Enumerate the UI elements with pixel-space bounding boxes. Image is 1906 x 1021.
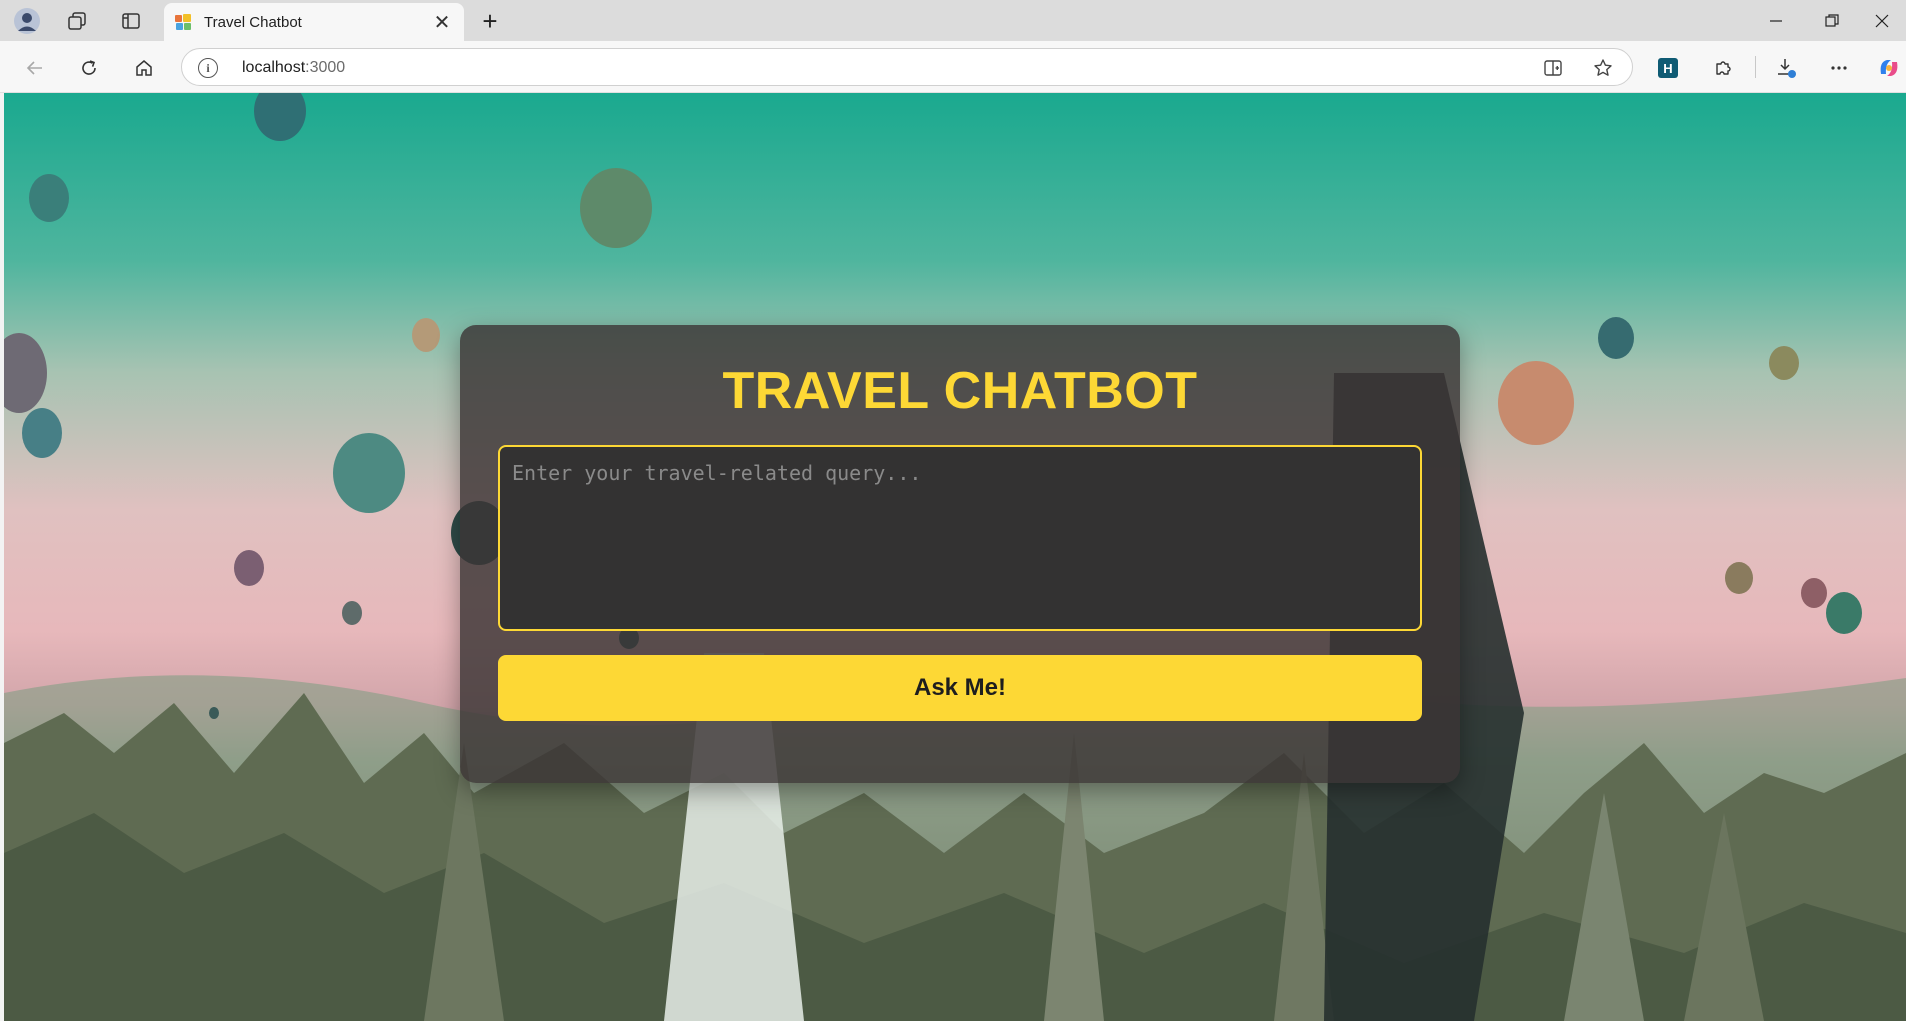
- home-icon: [136, 60, 152, 76]
- tab-strip: Travel Chatbot ✕ +: [0, 0, 1906, 41]
- refresh-icon: [82, 60, 96, 75]
- address-bar[interactable]: i localhost:3000: [181, 48, 1633, 86]
- chat-card: TRAVEL CHATBOT Ask Me!: [460, 325, 1460, 783]
- split-screen-button[interactable]: [1540, 55, 1566, 81]
- h-extension-icon: H: [1658, 58, 1678, 78]
- restore-button[interactable]: [1806, 4, 1858, 38]
- workspaces-button[interactable]: [62, 6, 92, 36]
- profile-avatar[interactable]: [12, 6, 42, 36]
- url-host: localhost: [242, 59, 306, 76]
- back-arrow-icon: [26, 61, 42, 75]
- minimize-button[interactable]: [1750, 4, 1802, 38]
- favicon-icon: [175, 14, 191, 30]
- vertical-tabs-icon: [122, 13, 140, 29]
- tab-title: Travel Chatbot: [204, 13, 302, 31]
- restore-icon: [1825, 14, 1839, 27]
- favorite-button[interactable]: [1590, 55, 1616, 81]
- new-tab-button[interactable]: +: [476, 7, 504, 35]
- info-icon[interactable]: i: [198, 58, 218, 78]
- copilot-button[interactable]: [1872, 51, 1906, 85]
- h-extension-button[interactable]: H: [1651, 51, 1685, 85]
- page-viewport: TRAVEL CHATBOT Ask Me!: [4, 93, 1906, 1021]
- more-button[interactable]: [1822, 51, 1856, 85]
- copilot-icon: [1880, 60, 1898, 76]
- extensions-button[interactable]: [1706, 51, 1740, 85]
- vertical-tabs-button[interactable]: [116, 6, 146, 36]
- close-tab-icon[interactable]: ✕: [430, 10, 454, 34]
- more-icon: [1831, 66, 1847, 70]
- minimize-icon: [1770, 20, 1782, 22]
- split-screen-icon: [1544, 60, 1562, 76]
- svg-text:H: H: [1663, 61, 1672, 76]
- home-button[interactable]: [127, 51, 161, 85]
- downloads-button[interactable]: [1769, 51, 1803, 85]
- toolbar-separator: [1755, 56, 1756, 78]
- ask-button[interactable]: Ask Me!: [498, 655, 1422, 721]
- download-icon: [1778, 59, 1796, 78]
- refresh-button[interactable]: [72, 51, 106, 85]
- tab-travel-chatbot[interactable]: Travel Chatbot ✕: [164, 3, 464, 41]
- close-window-icon: [1875, 14, 1889, 28]
- url-port: :3000: [305, 59, 346, 76]
- url-text[interactable]: localhost:3000: [242, 59, 345, 77]
- back-button[interactable]: [18, 51, 52, 85]
- star-icon: [1594, 59, 1612, 76]
- query-input[interactable]: [498, 445, 1422, 631]
- avatar-icon: [14, 8, 40, 34]
- puzzle-icon: [1716, 61, 1731, 75]
- page-title: TRAVEL CHATBOT: [722, 362, 1198, 420]
- workspaces-icon: [68, 12, 86, 30]
- browser-toolbar: i localhost:3000 H: [0, 41, 1906, 93]
- close-window-button[interactable]: [1856, 4, 1906, 38]
